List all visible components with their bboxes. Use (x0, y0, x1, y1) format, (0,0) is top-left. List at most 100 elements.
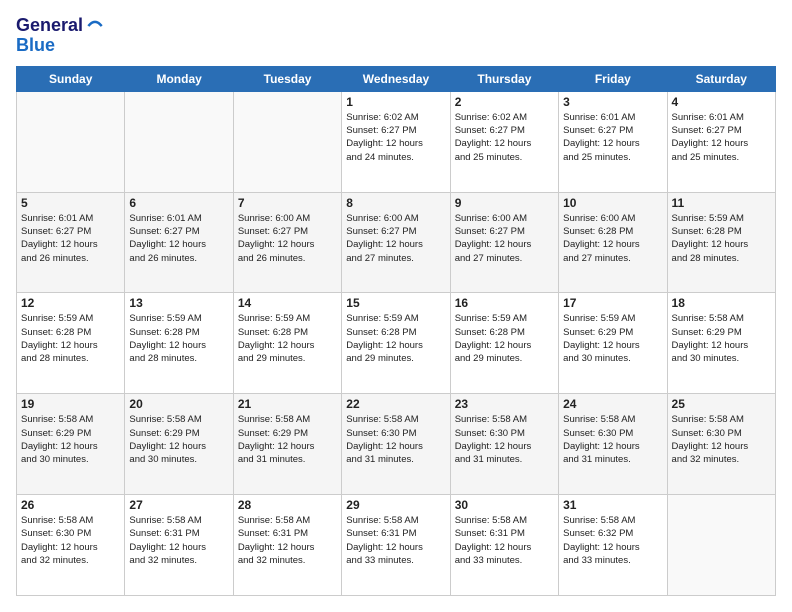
day-info-line: and 31 minutes. (346, 453, 445, 466)
day-info-line: Sunset: 6:28 PM (455, 326, 554, 339)
day-info-line: Sunset: 6:27 PM (563, 124, 662, 137)
day-info-line: Sunrise: 5:59 AM (455, 312, 554, 325)
day-info-line: Daylight: 12 hours (129, 238, 228, 251)
day-info-line: Sunset: 6:28 PM (129, 326, 228, 339)
day-info-line: and 31 minutes. (563, 453, 662, 466)
day-info-line: and 28 minutes. (21, 352, 120, 365)
day-number: 23 (455, 397, 554, 411)
day-info-line: Daylight: 12 hours (129, 541, 228, 554)
day-info-line: Sunrise: 5:58 AM (455, 514, 554, 527)
calendar-week-2: 5Sunrise: 6:01 AMSunset: 6:27 PMDaylight… (17, 192, 776, 293)
day-info: Sunrise: 6:02 AMSunset: 6:27 PMDaylight:… (455, 111, 554, 164)
day-number: 18 (672, 296, 771, 310)
calendar-cell: 19Sunrise: 5:58 AMSunset: 6:29 PMDayligh… (17, 394, 125, 495)
day-info: Sunrise: 5:59 AMSunset: 6:28 PMDaylight:… (346, 312, 445, 365)
day-info-line: Daylight: 12 hours (672, 238, 771, 251)
day-info-line: and 30 minutes. (672, 352, 771, 365)
day-info: Sunrise: 5:58 AMSunset: 6:31 PMDaylight:… (346, 514, 445, 567)
calendar: SundayMondayTuesdayWednesdayThursdayFrid… (16, 66, 776, 596)
day-info-line: Sunrise: 5:58 AM (563, 514, 662, 527)
day-info-line: and 32 minutes. (238, 554, 337, 567)
weekday-header-monday: Monday (125, 66, 233, 91)
calendar-cell: 27Sunrise: 5:58 AMSunset: 6:31 PMDayligh… (125, 495, 233, 596)
day-info-line: Sunrise: 5:58 AM (238, 514, 337, 527)
day-info-line: and 29 minutes. (455, 352, 554, 365)
weekday-header-tuesday: Tuesday (233, 66, 341, 91)
day-info-line: Sunset: 6:28 PM (563, 225, 662, 238)
day-info-line: Sunrise: 5:59 AM (129, 312, 228, 325)
day-info-line: Daylight: 12 hours (129, 339, 228, 352)
day-info-line: Sunset: 6:31 PM (238, 527, 337, 540)
day-number: 25 (672, 397, 771, 411)
day-info: Sunrise: 6:02 AMSunset: 6:27 PMDaylight:… (346, 111, 445, 164)
day-info-line: Daylight: 12 hours (346, 137, 445, 150)
day-number: 9 (455, 196, 554, 210)
day-info-line: Sunset: 6:27 PM (672, 124, 771, 137)
calendar-cell: 3Sunrise: 6:01 AMSunset: 6:27 PMDaylight… (559, 91, 667, 192)
day-info-line: Daylight: 12 hours (563, 238, 662, 251)
day-info-line: Sunrise: 5:58 AM (129, 413, 228, 426)
day-info-line: and 31 minutes. (455, 453, 554, 466)
calendar-cell: 18Sunrise: 5:58 AMSunset: 6:29 PMDayligh… (667, 293, 775, 394)
weekday-header-friday: Friday (559, 66, 667, 91)
day-info-line: Sunrise: 6:01 AM (21, 212, 120, 225)
weekday-header-sunday: Sunday (17, 66, 125, 91)
calendar-cell: 13Sunrise: 5:59 AMSunset: 6:28 PMDayligh… (125, 293, 233, 394)
day-info-line: Sunset: 6:29 PM (563, 326, 662, 339)
day-info: Sunrise: 5:59 AMSunset: 6:28 PMDaylight:… (672, 212, 771, 265)
day-info: Sunrise: 5:59 AMSunset: 6:28 PMDaylight:… (21, 312, 120, 365)
calendar-cell: 4Sunrise: 6:01 AMSunset: 6:27 PMDaylight… (667, 91, 775, 192)
day-info-line: Sunset: 6:27 PM (346, 124, 445, 137)
day-number: 26 (21, 498, 120, 512)
day-info-line: Sunrise: 6:00 AM (238, 212, 337, 225)
day-info-line: Sunset: 6:29 PM (238, 427, 337, 440)
day-info-line: Daylight: 12 hours (21, 339, 120, 352)
calendar-cell (667, 495, 775, 596)
day-info-line: Sunset: 6:27 PM (238, 225, 337, 238)
calendar-cell: 15Sunrise: 5:59 AMSunset: 6:28 PMDayligh… (342, 293, 450, 394)
day-info-line: Sunrise: 5:58 AM (346, 514, 445, 527)
day-info-line: Sunset: 6:30 PM (563, 427, 662, 440)
day-info-line: Sunset: 6:28 PM (346, 326, 445, 339)
day-info-line: Daylight: 12 hours (563, 440, 662, 453)
day-info-line: and 33 minutes. (346, 554, 445, 567)
day-info-line: Daylight: 12 hours (455, 541, 554, 554)
calendar-cell: 22Sunrise: 5:58 AMSunset: 6:30 PMDayligh… (342, 394, 450, 495)
calendar-cell: 9Sunrise: 6:00 AMSunset: 6:27 PMDaylight… (450, 192, 558, 293)
day-info-line: and 26 minutes. (238, 252, 337, 265)
day-info-line: Sunrise: 5:58 AM (672, 312, 771, 325)
calendar-week-5: 26Sunrise: 5:58 AMSunset: 6:30 PMDayligh… (17, 495, 776, 596)
day-info-line: Sunset: 6:32 PM (563, 527, 662, 540)
day-info: Sunrise: 5:58 AMSunset: 6:32 PMDaylight:… (563, 514, 662, 567)
logo-text-general: General (16, 16, 83, 36)
day-number: 27 (129, 498, 228, 512)
day-info-line: and 25 minutes. (455, 151, 554, 164)
calendar-cell: 10Sunrise: 6:00 AMSunset: 6:28 PMDayligh… (559, 192, 667, 293)
day-number: 31 (563, 498, 662, 512)
day-info-line: Sunrise: 5:58 AM (455, 413, 554, 426)
weekday-header-wednesday: Wednesday (342, 66, 450, 91)
day-info: Sunrise: 5:58 AMSunset: 6:30 PMDaylight:… (672, 413, 771, 466)
logo-text-blue: Blue (16, 36, 105, 56)
day-info-line: Daylight: 12 hours (455, 238, 554, 251)
day-info-line: Daylight: 12 hours (672, 137, 771, 150)
day-info-line: Daylight: 12 hours (346, 339, 445, 352)
day-info-line: Sunrise: 6:01 AM (563, 111, 662, 124)
day-info-line: and 26 minutes. (129, 252, 228, 265)
day-number: 1 (346, 95, 445, 109)
day-number: 28 (238, 498, 337, 512)
day-number: 20 (129, 397, 228, 411)
day-info-line: and 28 minutes. (672, 252, 771, 265)
day-info-line: Sunset: 6:28 PM (238, 326, 337, 339)
calendar-cell: 6Sunrise: 6:01 AMSunset: 6:27 PMDaylight… (125, 192, 233, 293)
day-info: Sunrise: 5:58 AMSunset: 6:29 PMDaylight:… (129, 413, 228, 466)
day-info-line: Sunset: 6:29 PM (672, 326, 771, 339)
calendar-cell: 2Sunrise: 6:02 AMSunset: 6:27 PMDaylight… (450, 91, 558, 192)
header: General Blue (16, 16, 776, 56)
day-number: 7 (238, 196, 337, 210)
day-info-line: Sunset: 6:30 PM (672, 427, 771, 440)
day-info-line: Sunrise: 5:58 AM (346, 413, 445, 426)
day-info-line: Sunset: 6:31 PM (129, 527, 228, 540)
day-number: 16 (455, 296, 554, 310)
calendar-cell: 31 Sunrise: 5:58 AMSunset: 6:32 PMDayligh… (559, 495, 667, 596)
